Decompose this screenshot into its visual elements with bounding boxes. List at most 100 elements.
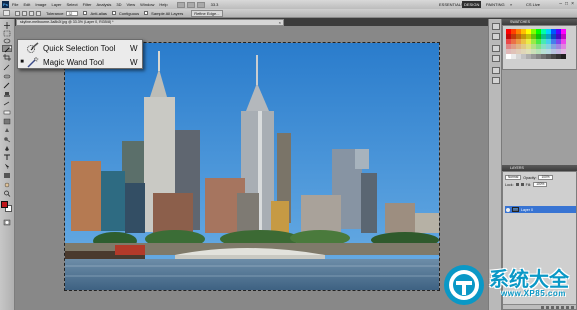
lock-pixels-icon[interactable] <box>515 183 519 186</box>
menu-help[interactable]: Help <box>159 2 167 7</box>
marquee-tool-icon[interactable] <box>2 30 12 37</box>
opacity-input[interactable]: 100% <box>538 175 553 180</box>
shape-tool-icon[interactable] <box>2 172 12 179</box>
crop-tool-icon[interactable] <box>2 54 12 61</box>
lock-fill-row: Lock: Fill: 100% <box>505 182 574 187</box>
selection-tools-flyout: Quick Selection Tool W ■ Magic Wand Tool… <box>17 39 143 69</box>
pen-tool-icon[interactable] <box>2 145 12 152</box>
menu-window[interactable]: Window <box>140 2 154 7</box>
lock-position-icon[interactable] <box>520 183 524 186</box>
layer-row-selected[interactable]: Layer 0 <box>505 206 576 213</box>
city-skyline-photo <box>65 43 439 290</box>
workspace-design[interactable]: DESIGN <box>462 1 482 8</box>
subtract-selection-icon[interactable] <box>29 10 34 16</box>
contiguous-label: Contiguous <box>118 10 140 16</box>
visibility-eye-icon[interactable] <box>506 207 510 212</box>
document-image[interactable] <box>64 42 440 291</box>
workspace-more[interactable]: » <box>508 1 514 8</box>
lasso-tool-icon[interactable] <box>2 38 12 45</box>
menu-image[interactable]: Image <box>35 2 46 7</box>
menu-bar: Ps File Edit Image Layer Select Filter A… <box>0 0 577 9</box>
document-title: skyline-melbourne-3a8b2f.jpg @ 33.3% (La… <box>20 20 114 24</box>
magic-wand-tool-item[interactable]: ■ Magic Wand Tool W <box>18 55 142 69</box>
contiguous-checkbox[interactable] <box>111 11 116 15</box>
eyedropper-tool-icon[interactable] <box>2 64 12 71</box>
menu-file[interactable]: File <box>12 2 18 7</box>
hand-tool-icon[interactable] <box>2 181 12 188</box>
cs-live-button[interactable]: CS Live <box>524 1 542 8</box>
anti-alias-checkbox[interactable] <box>83 11 88 15</box>
opacity-label: Opacity: <box>523 175 537 180</box>
blur-tool-icon[interactable] <box>2 127 12 134</box>
close-button[interactable]: × <box>571 1 574 7</box>
fill-label: Fill: <box>525 182 532 187</box>
magic-wand-shortcut: W <box>130 57 138 67</box>
color-swatch[interactable] <box>561 54 566 59</box>
healing-brush-tool-icon[interactable] <box>2 73 12 80</box>
menu-select[interactable]: Select <box>67 2 78 7</box>
fill-input[interactable]: 100% <box>533 182 548 187</box>
sample-all-checkbox[interactable] <box>144 11 149 15</box>
minimize-button[interactable]: – <box>559 1 562 7</box>
workspace-painting[interactable]: PAINTING <box>484 1 507 8</box>
clone-stamp-tool-icon[interactable] <box>2 91 12 98</box>
tools-panel <box>0 19 15 310</box>
photoshop-logo: Ps <box>2 1 9 8</box>
lock-label: Lock: <box>505 182 514 187</box>
menu-3d[interactable]: 3D <box>116 2 121 7</box>
intersect-selection-icon[interactable] <box>36 10 41 16</box>
menu-layer[interactable]: Layer <box>51 2 61 7</box>
maximize-button[interactable]: □ <box>565 1 568 7</box>
eraser-tool-icon[interactable] <box>2 109 12 116</box>
panel-empty-space <box>502 70 577 165</box>
magic-wand-icon <box>26 56 40 68</box>
blend-opacity-row: Normal Opacity: 100% <box>505 175 574 180</box>
move-tool-icon[interactable] <box>2 22 12 29</box>
menu-edit[interactable]: Edit <box>23 2 30 7</box>
quick-selection-brush-icon <box>26 42 40 54</box>
actions-panel-icon[interactable] <box>492 33 500 40</box>
mini-bridge-icon[interactable] <box>186 1 195 8</box>
watermark-title: 系统大全 <box>489 269 569 291</box>
window-controls: – □ × <box>559 1 574 7</box>
brush-tool-icon[interactable] <box>2 82 12 89</box>
bridge-icon[interactable] <box>176 1 185 8</box>
gradient-tool-icon[interactable] <box>2 118 12 125</box>
swatch-grid[interactable] <box>506 29 566 59</box>
refine-edge-button[interactable]: Refine Edge... <box>191 9 223 17</box>
zoom-level[interactable]: 33.3 <box>211 2 219 7</box>
foreground-color-swatch[interactable] <box>1 201 8 208</box>
quick-selection-tool-item[interactable]: Quick Selection Tool W <box>18 41 142 55</box>
path-selection-tool-icon[interactable] <box>2 163 12 170</box>
magic-wand-tool-label: Magic Wand Tool <box>43 57 104 67</box>
paragraph-panel-icon[interactable] <box>492 55 500 62</box>
view-extras-icon[interactable] <box>196 1 205 8</box>
menu-filter[interactable]: Filter <box>83 2 92 7</box>
character-panel-icon[interactable] <box>492 45 500 52</box>
quick-selection-tool-label: Quick Selection Tool <box>43 43 116 53</box>
new-selection-icon[interactable] <box>15 10 20 16</box>
clone-source-panel-icon[interactable] <box>492 77 500 84</box>
close-document-icon[interactable]: × <box>279 20 281 25</box>
swatches-panel <box>502 25 577 70</box>
layer-name: Layer 0 <box>521 207 533 212</box>
history-brush-tool-icon[interactable] <box>2 100 12 107</box>
type-tool-icon[interactable] <box>2 154 12 161</box>
blend-mode-select[interactable]: Normal <box>505 175 522 180</box>
watermark-url: www.XP85.com <box>501 289 566 298</box>
history-panel-icon[interactable] <box>492 23 500 30</box>
menu-analysis[interactable]: Analysis <box>97 2 112 7</box>
brush-panel-icon[interactable] <box>492 67 500 74</box>
quick-mask-icon[interactable] <box>2 219 12 226</box>
magic-wand-tool-icon[interactable] <box>2 45 12 53</box>
menu-view[interactable]: View <box>127 2 136 7</box>
tool-preset-picker[interactable] <box>3 10 10 16</box>
anti-alias-label: Anti-alias <box>90 10 107 16</box>
tolerance-input[interactable]: 32 <box>66 10 79 16</box>
document-tab[interactable]: skyline-melbourne-3a8b2f.jpg @ 33.3% (La… <box>16 19 284 26</box>
zoom-tool-icon[interactable] <box>2 190 12 197</box>
dodge-tool-icon[interactable] <box>2 136 12 143</box>
app-bar-buttons <box>176 1 205 8</box>
watermark-logo-icon <box>443 264 485 306</box>
add-selection-icon[interactable] <box>22 10 27 16</box>
